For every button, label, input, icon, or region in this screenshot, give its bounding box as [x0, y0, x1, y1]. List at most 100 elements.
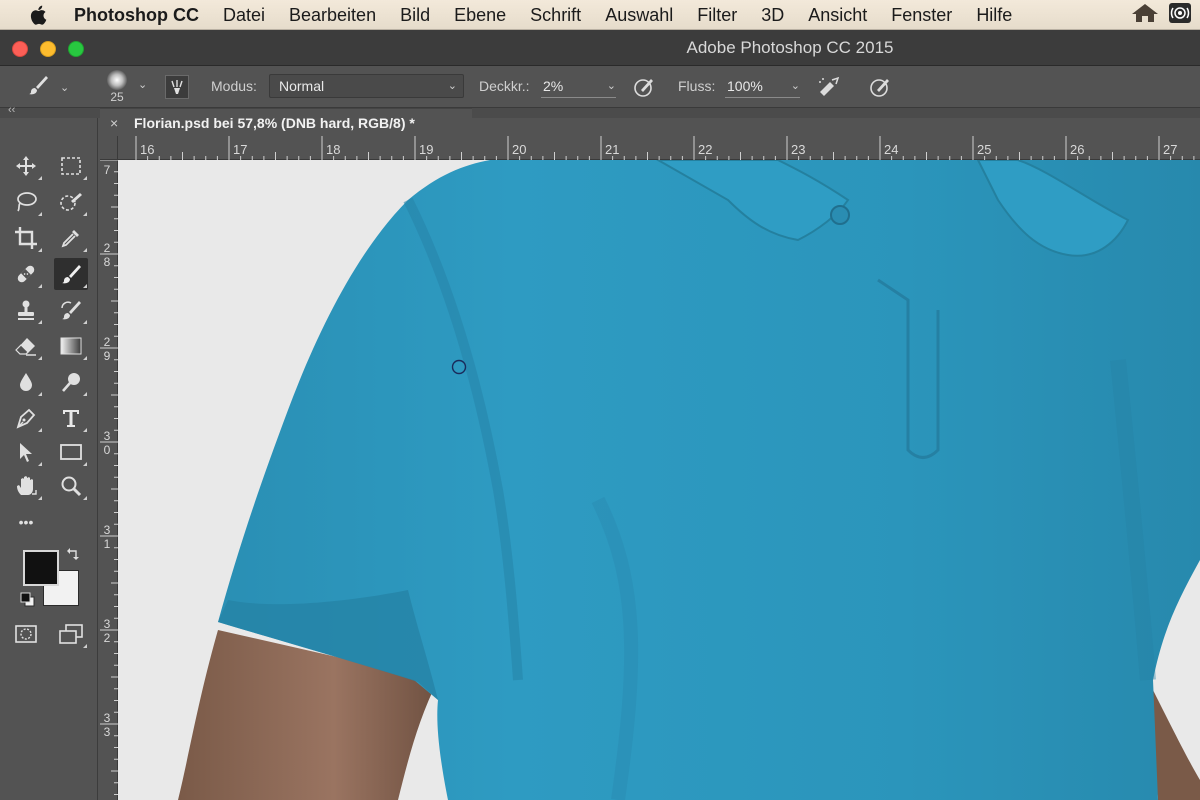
- menu-hilfe[interactable]: Hilfe: [964, 0, 1024, 30]
- eraser-icon: [15, 338, 36, 356]
- collapse-toolbar-icon[interactable]: ‹‹: [8, 104, 15, 116]
- ruler-label: 3: [103, 429, 111, 443]
- quick-mask-button[interactable]: [9, 618, 43, 650]
- pressure-size-icon[interactable]: [868, 76, 892, 103]
- tool-flyout-indicator: [38, 212, 42, 216]
- gradient-tool[interactable]: [54, 330, 88, 362]
- tool-flyout-indicator: [83, 248, 87, 252]
- screen-mode-button[interactable]: [54, 618, 88, 650]
- ruler-label: 3: [103, 725, 111, 739]
- tool-flyout-indicator: [83, 496, 87, 500]
- ruler-label: 21: [605, 142, 620, 157]
- document-canvas[interactable]: [118, 160, 1200, 800]
- menu-filter[interactable]: Filter: [685, 0, 749, 30]
- path-selection-tool[interactable]: [9, 436, 43, 468]
- marquee-tool[interactable]: [54, 150, 88, 182]
- menu-ansicht[interactable]: Ansicht: [796, 0, 879, 30]
- tool-preset-picker[interactable]: ⌄: [26, 66, 69, 108]
- menu-schrift[interactable]: Schrift: [518, 0, 593, 30]
- ruler-label: 18: [326, 142, 341, 157]
- blur-tool[interactable]: [9, 366, 43, 398]
- brush-icon: [62, 265, 81, 284]
- home-icon[interactable]: [1130, 2, 1160, 29]
- foreground-color-swatch[interactable]: [23, 550, 59, 586]
- crop-icon: [15, 227, 37, 249]
- ruler-label: 20: [512, 142, 527, 157]
- brush-panel-icon: [171, 80, 183, 94]
- eraser-tool[interactable]: [9, 330, 43, 362]
- pen-tool[interactable]: [9, 402, 43, 434]
- opacity-value: 2%: [543, 78, 564, 94]
- airplay-icon[interactable]: [1168, 2, 1192, 29]
- flow-field[interactable]: 100% ⌄: [725, 74, 800, 98]
- close-tab-icon[interactable]: ×: [110, 109, 118, 137]
- tool-flyout-indicator: [38, 356, 42, 360]
- brush-panel-toggle[interactable]: [165, 75, 189, 99]
- mode-label: Modus:: [211, 78, 257, 94]
- ruler-label: 3: [103, 711, 111, 725]
- airbrush-icon[interactable]: [816, 76, 842, 103]
- pressure-opacity-icon[interactable]: [632, 76, 656, 103]
- arrow-pointer-icon: [20, 443, 32, 462]
- quick-mask-icon: [15, 625, 37, 643]
- lasso-tool[interactable]: [9, 186, 43, 218]
- horizontal-ruler[interactable]: 16 17 18 19 20 21 22 23 24 25 26 27: [118, 136, 1200, 160]
- brush-tool[interactable]: [54, 258, 88, 290]
- eyedropper-tool[interactable]: [54, 222, 88, 254]
- quick-selection-tool[interactable]: [54, 186, 88, 218]
- window-title-bar: Adobe Photoshop CC 2015: [0, 30, 1200, 66]
- mode-select[interactable]: Normal ⌄: [269, 74, 464, 98]
- quick-selection-icon: [60, 193, 82, 211]
- document-tab[interactable]: × Florian.psd bei 57,8% (DNB hard, RGB/8…: [100, 108, 472, 137]
- menu-fenster[interactable]: Fenster: [879, 0, 964, 30]
- rectangle-icon: [60, 444, 82, 460]
- type-tool[interactable]: [54, 402, 88, 434]
- default-colors-icon[interactable]: [20, 592, 36, 613]
- mode-select-value: Normal: [279, 78, 325, 94]
- dodge-icon: [62, 373, 80, 392]
- move-tool[interactable]: [9, 150, 43, 182]
- menu-ebene[interactable]: Ebene: [442, 0, 518, 30]
- menu-3d[interactable]: 3D: [749, 0, 796, 30]
- menu-auswahl[interactable]: Auswahl: [593, 0, 685, 30]
- crop-tool[interactable]: [9, 222, 43, 254]
- tool-flyout-indicator: [38, 392, 42, 396]
- flow-label: Fluss:: [678, 78, 716, 94]
- menu-app-name[interactable]: Photoshop CC: [74, 0, 211, 30]
- swap-colors-icon[interactable]: [66, 546, 82, 567]
- apple-menu-icon[interactable]: [26, 4, 52, 26]
- history-brush-tool[interactable]: [54, 294, 88, 326]
- screen-mode-icon: [59, 624, 83, 644]
- tools-panel: •••: [0, 118, 98, 800]
- chevron-down-icon[interactable]: ⌄: [138, 78, 147, 91]
- rectangle-tool[interactable]: [54, 436, 88, 468]
- menu-bearbeiten[interactable]: Bearbeiten: [277, 0, 388, 30]
- zoom-tool[interactable]: [54, 470, 88, 502]
- tool-flyout-indicator: [83, 356, 87, 360]
- move-icon: [16, 156, 36, 176]
- ruler-label: 9: [103, 349, 111, 363]
- bandage-icon: [17, 265, 35, 283]
- healing-brush-tool[interactable]: [9, 258, 43, 290]
- ruler-origin[interactable]: [100, 136, 118, 160]
- brush-preset-picker[interactable]: 25: [104, 68, 130, 106]
- brush-tool-icon: [26, 73, 50, 102]
- tool-flyout-indicator: [38, 496, 42, 500]
- ruler-label: 2: [103, 631, 111, 645]
- dodge-tool[interactable]: [54, 366, 88, 398]
- chevron-down-icon: ⌄: [60, 81, 70, 94]
- ruler-label: 17: [233, 142, 248, 157]
- tool-flyout-indicator: [38, 320, 42, 324]
- menu-datei[interactable]: Datei: [211, 0, 277, 30]
- opacity-field[interactable]: 2% ⌄: [541, 74, 616, 98]
- ruler-label: 26: [1070, 142, 1085, 157]
- menu-bild[interactable]: Bild: [388, 0, 442, 30]
- edit-toolbar-button[interactable]: •••: [9, 506, 43, 538]
- document-tab-title: Florian.psd bei 57,8% (DNB hard, RGB/8) …: [134, 115, 415, 131]
- brush-size-value: 25: [110, 90, 124, 104]
- clone-stamp-tool[interactable]: [9, 294, 43, 326]
- ruler-label: 1: [103, 537, 111, 551]
- hand-tool[interactable]: [9, 470, 43, 502]
- tool-flyout-indicator: [83, 320, 87, 324]
- vertical-ruler[interactable]: 7 2 8 2 9 3 0 3 1 3 2 3 3: [100, 160, 118, 800]
